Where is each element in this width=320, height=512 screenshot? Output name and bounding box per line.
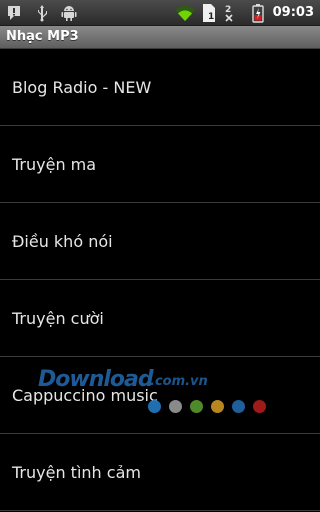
alert-icon [6, 0, 22, 25]
app-title-bar: Nhạc MP3 [0, 26, 320, 49]
list-item-label: Cappuccino music [12, 386, 158, 405]
status-time: 09:03 [272, 5, 314, 20]
list-item-label: Truyện cười [12, 309, 104, 328]
list-item-label: Truyện tình cảm [12, 463, 141, 482]
menu-list: Blog Radio - NEW Truyện ma Điều khó nói … [0, 49, 320, 511]
list-item-label: Điều khó nói [12, 232, 113, 251]
battery-icon [252, 0, 264, 25]
list-item-cappuccino-music[interactable]: Cappuccino music [0, 357, 320, 434]
app-title: Nhạc MP3 [6, 29, 79, 44]
list-item-truyen-ma[interactable]: Truyện ma [0, 126, 320, 203]
sim-card-icon: 1 [201, 0, 217, 25]
list-item-truyen-tinh-cam[interactable]: Truyện tình cảm [0, 434, 320, 511]
list-item-label: Blog Radio - NEW [12, 78, 152, 97]
status-bar: 1 2 09:03 [0, 0, 320, 26]
list-item-truyen-cuoi[interactable]: Truyện cười [0, 280, 320, 357]
sim-slot-label: 1 [208, 12, 214, 22]
list-item-blog-radio[interactable]: Blog Radio - NEW [0, 49, 320, 126]
svg-text:2: 2 [225, 5, 231, 15]
android-debug-icon [60, 0, 78, 25]
list-item-dieu-kho-noi[interactable]: Điều khó nói [0, 203, 320, 280]
list-item-label: Truyện ma [12, 155, 97, 174]
usb-icon [34, 0, 50, 25]
data-transfer-icon: 2 [223, 0, 235, 25]
wifi-icon [174, 0, 196, 25]
